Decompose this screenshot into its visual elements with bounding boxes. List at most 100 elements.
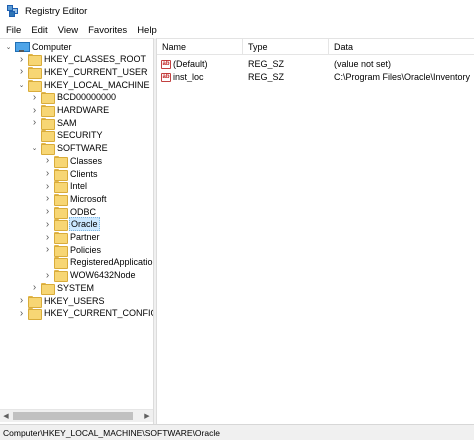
status-path: Computer\HKEY_LOCAL_MACHINE\SOFTWARE\Ora…	[3, 427, 220, 438]
value-type: REG_SZ	[248, 59, 285, 69]
chevron-down-icon[interactable]: ⌄	[4, 42, 13, 51]
folder-icon	[41, 143, 55, 156]
chevron-right-icon[interactable]: ›	[43, 206, 52, 217]
tree-item-classes[interactable]: › Classes	[43, 154, 103, 168]
folder-icon	[54, 155, 68, 168]
menu-bar: File Edit View Favorites Help	[0, 22, 474, 38]
tree-item-label: Clients	[70, 168, 98, 179]
tree-item-sam[interactable]: › SAM	[30, 116, 78, 130]
folder-icon	[28, 295, 42, 308]
tree-item-odbc[interactable]: › ODBC	[43, 205, 97, 219]
key-tree-pane[interactable]: ⌄ Computer › HKEY_CLASSES_ROOT › HKEY_CURRENT…	[0, 38, 153, 424]
folder-icon	[54, 181, 68, 194]
list-header: Name Type Data	[157, 39, 474, 55]
column-header-type[interactable]: Type	[243, 39, 329, 55]
tree-item-computer[interactable]: ⌄ Computer	[4, 40, 73, 53]
string-value-icon: ab	[161, 59, 171, 69]
folder-icon	[41, 105, 55, 117]
tree-item-hkey-current-user[interactable]: › HKEY_CURRENT_USER	[17, 65, 149, 79]
value-name: inst_loc	[173, 72, 204, 82]
tree-item-label: SYSTEM	[57, 282, 95, 293]
chevron-right-icon[interactable]: ›	[43, 168, 52, 179]
tree-item-bcd00000000[interactable]: › BCD00000000	[30, 91, 117, 105]
tree-item-security[interactable]: SECURITY	[30, 129, 104, 143]
chevron-right-icon[interactable]: ›	[17, 308, 26, 319]
tree-item-registeredapplication[interactable]: RegisteredApplication	[43, 256, 153, 270]
tree-item-hkey-classes-root[interactable]: › HKEY_CLASSES_ROOT	[17, 53, 147, 67]
chevron-right-icon[interactable]: ›	[17, 54, 26, 65]
folder-icon	[28, 54, 42, 67]
folder-icon	[41, 92, 55, 105]
menu-file[interactable]: File	[0, 25, 26, 36]
tree-item-hkey-users[interactable]: › HKEY_USERS	[17, 294, 106, 308]
menu-view[interactable]: View	[53, 25, 83, 36]
tree-item-policies[interactable]: › Policies	[43, 243, 102, 257]
folder-icon	[28, 66, 42, 79]
value-row-default[interactable]: ab (Default) REG_SZ (value not set)	[157, 58, 474, 70]
chevron-down-icon[interactable]: ⌄	[17, 80, 26, 89]
scroll-left-icon[interactable]: ◀	[0, 410, 12, 422]
tree-item-label: SAM	[57, 117, 77, 128]
tree-item-clients[interactable]: › Clients	[43, 167, 99, 181]
chevron-right-icon[interactable]: ›	[43, 181, 52, 192]
tree-item-hkey-local-machine[interactable]: ⌄ HKEY_LOCAL_MACHINE	[17, 78, 151, 92]
tree-item-label: Partner	[70, 232, 100, 242]
folder-icon	[41, 117, 55, 130]
menu-edit[interactable]: Edit	[26, 25, 52, 36]
window-title: Registry Editor	[25, 5, 88, 17]
scroll-right-icon[interactable]: ▶	[141, 410, 153, 422]
tree-item-system[interactable]: › SYSTEM	[30, 281, 95, 295]
chevron-right-icon[interactable]: ›	[30, 282, 39, 293]
tree-item-wow6432node[interactable]: › WOW6432Node	[43, 269, 137, 283]
chevron-right-icon[interactable]: ›	[43, 155, 52, 166]
value-type: REG_SZ	[248, 72, 285, 82]
tree-item-software[interactable]: ⌄ SOFTWARE	[30, 142, 109, 156]
tree-item-hardware[interactable]: › HARDWARE	[30, 104, 110, 117]
tree-item-hkey-current-config[interactable]: › HKEY_CURRENT_CONFIG	[17, 307, 153, 321]
status-bar: Computer\HKEY_LOCAL_MACHINE\SOFTWARE\Ora…	[0, 424, 474, 440]
chevron-right-icon[interactable]: ›	[17, 66, 26, 77]
folder-icon	[28, 308, 42, 321]
title-bar: Registry Editor	[0, 0, 474, 22]
folder-icon	[54, 257, 68, 270]
tree-item-label: WOW6432Node	[70, 270, 136, 281]
tree-item-label: Microsoft	[70, 193, 107, 204]
tree-item-oracle[interactable]: › Oracle	[43, 217, 100, 232]
chevron-down-icon[interactable]: ⌄	[30, 144, 39, 153]
tree-item-intel[interactable]: › Intel	[43, 180, 88, 194]
chevron-right-icon[interactable]: ›	[43, 219, 52, 230]
chevron-right-icon[interactable]: ›	[43, 270, 52, 281]
scrollbar-thumb[interactable]	[13, 412, 133, 420]
tree-horizontal-scrollbar[interactable]: ◀ ▶	[0, 409, 153, 422]
chevron-right-icon[interactable]: ›	[30, 92, 39, 103]
value-row-inst-loc[interactable]: ab inst_loc REG_SZ C:\Program Files\Orac…	[157, 71, 474, 83]
tree-item-label: RegisteredApplication	[70, 257, 153, 268]
menu-help[interactable]: Help	[132, 25, 162, 36]
folder-icon	[41, 130, 55, 143]
folder-icon	[28, 79, 42, 92]
folder-icon	[54, 168, 68, 181]
tree-item-microsoft[interactable]: › Microsoft	[43, 192, 108, 206]
tree-item-label: SOFTWARE	[57, 143, 108, 154]
computer-icon	[15, 41, 30, 52]
menu-favorites[interactable]: Favorites	[83, 25, 132, 36]
column-header-name[interactable]: Name	[157, 39, 243, 55]
tree-item-label: HKEY_CLASSES_ROOT	[44, 54, 147, 65]
folder-icon	[54, 219, 68, 232]
tree-item-label: Oracle	[69, 217, 100, 232]
tree-item-label: HKEY_LOCAL_MACHINE	[44, 79, 150, 90]
tree-item-label: HARDWARE	[57, 105, 110, 115]
chevron-right-icon[interactable]: ›	[43, 244, 52, 255]
chevron-right-icon[interactable]: ›	[43, 232, 52, 243]
chevron-right-icon[interactable]: ›	[43, 193, 52, 204]
column-header-data[interactable]: Data	[329, 39, 474, 55]
chevron-right-icon[interactable]: ›	[30, 105, 39, 116]
tree-item-partner[interactable]: › Partner	[43, 231, 101, 244]
folder-icon	[54, 244, 68, 257]
tree-item-label: Classes	[70, 155, 103, 166]
folder-icon	[54, 270, 68, 283]
chevron-right-icon[interactable]: ›	[30, 117, 39, 128]
value-name: (Default)	[173, 59, 208, 69]
values-list-pane[interactable]: Name Type Data ab (Default) REG_SZ (valu…	[157, 38, 474, 424]
chevron-right-icon[interactable]: ›	[17, 295, 26, 306]
